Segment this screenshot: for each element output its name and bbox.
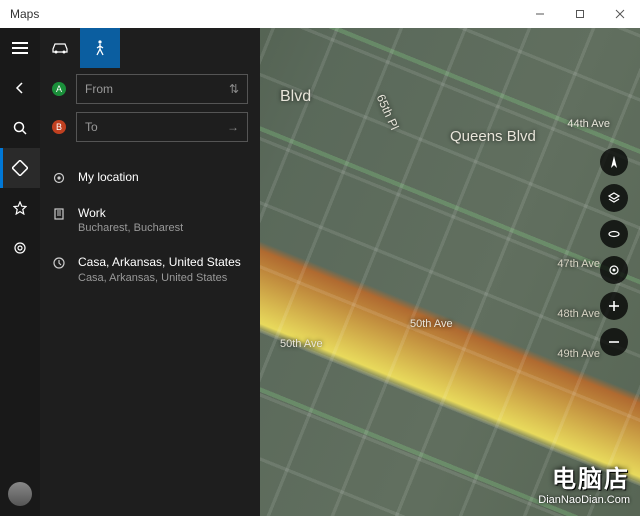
- target-icon: [52, 170, 66, 184]
- building-icon: [52, 206, 66, 220]
- car-icon: [51, 41, 69, 55]
- travel-mode-row: [40, 28, 260, 68]
- compass-button[interactable]: [600, 148, 628, 176]
- from-row: A ⇅: [52, 74, 248, 104]
- favorites-nav[interactable]: [0, 188, 40, 228]
- map-label-47th: 47th Ave: [557, 258, 600, 270]
- account-avatar[interactable]: [8, 482, 32, 506]
- work-sub: Bucharest, Bucharest: [78, 221, 183, 235]
- map-label-blvd: Blvd: [280, 88, 311, 106]
- locate-icon: [607, 263, 621, 277]
- gear-icon: [13, 241, 27, 255]
- recent-label: Casa, Arkansas, United States: [78, 255, 241, 271]
- swap-icon[interactable]: ⇅: [229, 82, 239, 96]
- layers-button[interactable]: [600, 184, 628, 212]
- drive-mode-button[interactable]: [40, 28, 80, 68]
- close-icon: [615, 9, 625, 19]
- minus-icon: [608, 336, 620, 348]
- suggestion-list: My location Work Bucharest, Bucharest: [40, 154, 260, 301]
- locate-button[interactable]: [600, 256, 628, 284]
- directions-panel: A ⇅ B →: [40, 28, 260, 516]
- recent-item[interactable]: Casa, Arkansas, United States Casa, Arka…: [52, 245, 248, 295]
- from-input[interactable]: [85, 82, 229, 96]
- to-input[interactable]: [85, 120, 227, 134]
- back-button[interactable]: [0, 68, 40, 108]
- my-location-label: My location: [78, 170, 139, 186]
- work-item[interactable]: Work Bucharest, Bucharest: [52, 196, 248, 246]
- to-badge: B: [52, 120, 66, 134]
- watermark-small: DianNaoDian.Com: [538, 494, 630, 506]
- app-window: Maps: [0, 0, 640, 516]
- close-button[interactable]: [600, 0, 640, 28]
- go-arrow-icon[interactable]: →: [227, 120, 239, 134]
- map-label-49th: 49th Ave: [557, 348, 600, 360]
- to-field[interactable]: →: [76, 112, 248, 142]
- map-label-48th: 48th Ave: [557, 308, 600, 320]
- maximize-icon: [575, 9, 585, 19]
- map-label-50th-2: 50th Ave: [410, 318, 453, 330]
- route-fields: A ⇅ B →: [40, 68, 260, 154]
- zoom-out-button[interactable]: [600, 328, 628, 356]
- tilt-button[interactable]: [600, 220, 628, 248]
- map-satellite-bg: [260, 28, 640, 516]
- map-controls: [600, 148, 628, 356]
- map-canvas[interactable]: Blvd Queens Blvd 65th Pl 44th Ave 47th A…: [260, 28, 640, 516]
- work-label: Work: [78, 206, 183, 222]
- hamburger-button[interactable]: [0, 28, 40, 68]
- app-body: A ⇅ B →: [0, 28, 640, 516]
- window-controls: [520, 0, 640, 28]
- compass-icon: [607, 155, 621, 169]
- layers-icon: [607, 191, 621, 205]
- from-field[interactable]: ⇅: [76, 74, 248, 104]
- recent-sub: Casa, Arkansas, United States: [78, 271, 241, 285]
- walk-mode-button[interactable]: [80, 28, 120, 68]
- hamburger-icon: [12, 42, 28, 54]
- directions-icon: [12, 160, 28, 176]
- map-label-44th: 44th Ave: [567, 118, 610, 130]
- titlebar: Maps: [0, 0, 640, 28]
- nav-rail: [0, 28, 40, 516]
- star-icon: [13, 201, 27, 215]
- settings-nav[interactable]: [0, 228, 40, 268]
- directions-nav[interactable]: [0, 148, 40, 188]
- maximize-button[interactable]: [560, 0, 600, 28]
- search-icon: [13, 121, 27, 135]
- clock-icon: [52, 255, 66, 269]
- search-nav[interactable]: [0, 108, 40, 148]
- map-label-50th-1: 50th Ave: [280, 338, 323, 350]
- window-title: Maps: [10, 7, 39, 21]
- from-badge: A: [52, 82, 66, 96]
- back-arrow-icon: [13, 81, 27, 95]
- walk-icon: [95, 40, 105, 56]
- zoom-in-button[interactable]: [600, 292, 628, 320]
- minimize-icon: [535, 9, 545, 19]
- my-location-item[interactable]: My location: [52, 160, 248, 196]
- watermark-big: 电脑店: [552, 459, 630, 494]
- map-label-queens: Queens Blvd: [450, 128, 536, 145]
- plus-icon: [608, 300, 620, 312]
- to-row: B →: [52, 112, 248, 142]
- tilt-icon: [607, 227, 621, 241]
- minimize-button[interactable]: [520, 0, 560, 28]
